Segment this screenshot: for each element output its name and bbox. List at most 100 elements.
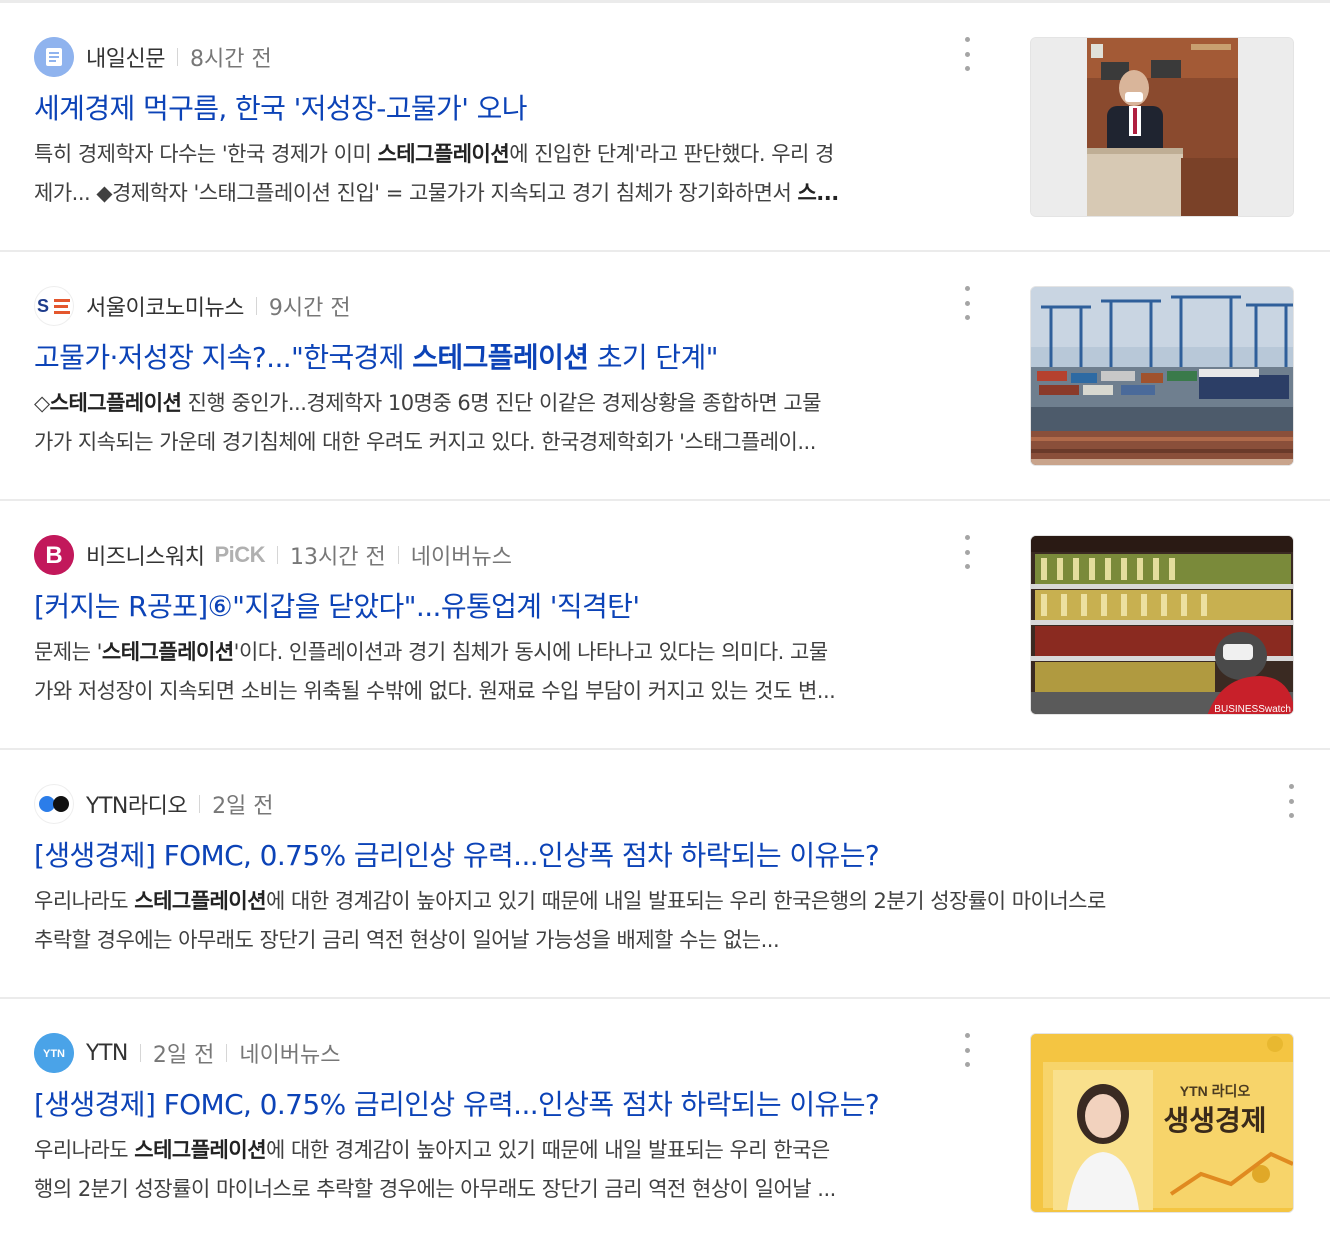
source-logo-ytn-radio[interactable] xyxy=(34,784,74,824)
desc-line-2: 추락할 경우에는 아무래도 장단기 금리 역전 현상이 일어날 가능성을 배제할… xyxy=(34,928,780,952)
news-thumbnail[interactable] xyxy=(1030,37,1294,217)
source-row: B 비즈니스워치 PiCK 13시간 전 네이버뉴스 xyxy=(34,535,512,575)
desc-text: 진행 중인가...경제학자 10명중 6명 진단 이같은 경제상황을 종합하면 … xyxy=(181,391,822,415)
news-item-3: B 비즈니스워치 PiCK 13시간 전 네이버뉴스 [커지는 R공포]⑥"지갑… xyxy=(0,501,1330,750)
news-description: 우리나라도 스테그플레이션에 대한 경계감이 높아지고 있기 때문에 내일 발표… xyxy=(34,1131,974,1209)
meta-divider xyxy=(139,1044,141,1062)
news-title[interactable]: [생생경제] FOMC, 0.75% 금리인상 유력...인상폭 점차 하락되는… xyxy=(34,1083,879,1123)
thumbnail-image-assembly-speaker xyxy=(1031,38,1293,216)
news-thumbnail[interactable]: YTN 라디오 생생경제 xyxy=(1030,1033,1294,1213)
desc-text: 우리나라도 xyxy=(34,889,135,913)
desc-keyword: 스테그플레이션 xyxy=(377,142,510,166)
more-options-button[interactable] xyxy=(957,286,977,320)
more-dot-icon xyxy=(964,564,970,569)
source-name[interactable]: YTN라디오 xyxy=(86,788,188,820)
ytn-logo-text: YTN xyxy=(43,1048,65,1060)
b-logo-icon: B xyxy=(34,535,74,575)
thumbnail-image-container-port xyxy=(1031,287,1293,465)
source-logo-ytn[interactable]: YTN xyxy=(34,1033,74,1073)
desc-text: ◇ xyxy=(34,391,50,415)
naver-news-link[interactable]: 네이버뉴스 xyxy=(411,539,512,571)
news-title[interactable]: [커지는 R공포]⑥"지갑을 닫았다"...유통업계 '직격탄' xyxy=(34,585,639,625)
desc-text: 에 진입한 단계'라고 판단했다. 우리 경 xyxy=(509,142,834,166)
naver-news-link[interactable]: 네이버뉴스 xyxy=(239,1037,340,1069)
time-ago: 8시간 전 xyxy=(189,47,272,72)
thumbnail-image-ytn-radio-banner: YTN 라디오 생생경제 xyxy=(1031,1034,1293,1212)
more-dot-icon xyxy=(1288,813,1294,818)
source-logo-naeil[interactable] xyxy=(34,37,74,77)
desc-keyword: 스테그플레이션 xyxy=(134,889,267,913)
desc-line-1: 우리나라도 스테그플레이션에 대한 경계감이 높아지고 있기 때문에 내일 발표… xyxy=(34,1131,974,1170)
source-row: YTN YTN 2일 전 네이버뉴스 xyxy=(34,1033,341,1073)
desc-line-1: ◇스테그플레이션 진행 중인가...경제학자 10명중 6명 진단 이같은 경제… xyxy=(34,384,974,423)
more-dot-icon xyxy=(964,1033,970,1038)
thumbnail-image-supermarket-shelf: BUSINESSwatch xyxy=(1031,536,1293,715)
desc-line-2: 행의 2분기 성장률이 마이너스로 추락할 경우에는 아무래도 장단기 금리 역… xyxy=(34,1177,836,1201)
news-item-4: YTN라디오 2일 전 [생생경제] FOMC, 0.75% 금리인상 유력..… xyxy=(0,750,1330,999)
news-item-5: YTN YTN 2일 전 네이버뉴스 [생생경제] FOMC, 0.75% 금리… xyxy=(0,999,1330,1248)
more-dot-icon xyxy=(964,66,970,71)
more-dot-icon xyxy=(964,549,970,555)
document-icon xyxy=(34,37,74,77)
source-name[interactable]: 서울이코노미뉴스 xyxy=(86,290,244,322)
source-name[interactable]: YTN xyxy=(86,1041,128,1066)
source-name[interactable]: 내일신문 xyxy=(86,41,165,73)
news-title[interactable]: 고물가·저성장 지속?..."한국경제 스테그플레이션 초기 단계" xyxy=(34,336,718,376)
news-title[interactable]: 세계경제 먹구름, 한국 '저성장-고물가' 오나 xyxy=(34,87,527,127)
source-row: S 서울이코노미뉴스 9시간 전 xyxy=(34,286,351,326)
news-title[interactable]: [생생경제] FOMC, 0.75% 금리인상 유력...인상폭 점차 하락되는… xyxy=(34,834,879,874)
desc-line-1: 문제는 '스테그플레이션'이다. 인플레이션과 경기 침체가 동시에 나타나고 … xyxy=(34,633,974,672)
desc-text: 에 대한 경계감이 높아지고 있기 때문에 내일 발표되는 우리 한국은 xyxy=(266,1138,830,1162)
more-dot-icon xyxy=(1288,784,1294,789)
desc-text: 우리나라도 xyxy=(34,1138,135,1162)
desc-text: '이다. 인플레이션과 경기 침체가 동시에 나타나고 있다는 의미다. 고물 xyxy=(233,640,828,664)
svg-text:S: S xyxy=(37,296,49,316)
more-options-button[interactable] xyxy=(957,1033,977,1067)
ytn-radio-dots-icon xyxy=(39,796,69,812)
ytn-logo-icon: YTN xyxy=(34,1033,74,1073)
more-dot-icon xyxy=(964,51,970,57)
more-dot-icon xyxy=(964,286,970,291)
title-text: 초기 단계" xyxy=(588,341,718,374)
desc-keyword: 스테그플레이션 xyxy=(49,391,182,415)
more-options-button[interactable] xyxy=(957,535,977,569)
desc-text: 에 대한 경계감이 높아지고 있기 때문에 내일 발표되는 우리 한국은행의 2… xyxy=(266,889,1106,913)
news-description: 문제는 '스테그플레이션'이다. 인플레이션과 경기 침체가 동시에 나타나고 … xyxy=(34,633,974,711)
desc-keyword: 스테그플레이션 xyxy=(134,1138,267,1162)
news-thumbnail[interactable] xyxy=(1030,286,1294,466)
more-dot-icon xyxy=(964,1062,970,1067)
watermark-text: BUSINESSwatch xyxy=(1214,704,1291,715)
title-keyword: 스테그플레이션 xyxy=(412,341,589,374)
desc-line-1: 특히 경제학자 다수는 '한국 경제가 이미 스테그플레이션에 진입한 단계'라… xyxy=(34,135,974,174)
meta-divider xyxy=(255,297,257,315)
more-dot-icon xyxy=(964,37,970,42)
meta-divider xyxy=(199,795,201,813)
se-logo-icon: S xyxy=(37,296,70,316)
thumb-title-text: 생생경제 xyxy=(1163,1104,1266,1137)
time-ago: 13시간 전 xyxy=(290,545,386,570)
source-logo-bizwatch[interactable]: B xyxy=(34,535,74,575)
desc-text: 문제는 ' xyxy=(34,640,102,664)
more-options-button[interactable] xyxy=(957,37,977,71)
news-item-2: S 서울이코노미뉴스 9시간 전 고물가·저성장 지속?..."한국경제 스테그… xyxy=(0,252,1330,501)
news-item-1: 내일신문 8시간 전 세계경제 먹구름, 한국 '저성장-고물가' 오나 특히 … xyxy=(0,3,1330,252)
more-dot-icon xyxy=(964,1047,970,1053)
desc-line-2: 제가... ◆경제학자 '스태그플레이션 진입' = 고물가가 지속되고 경기 … xyxy=(34,174,974,213)
more-dot-icon xyxy=(964,535,970,540)
more-dot-icon xyxy=(964,300,970,306)
desc-text: 특히 경제학자 다수는 '한국 경제가 이미 xyxy=(34,142,378,166)
more-options-button[interactable] xyxy=(1281,784,1301,818)
source-logo-seoul-economy[interactable]: S xyxy=(34,286,74,326)
source-name[interactable]: 비즈니스워치 xyxy=(86,539,205,571)
more-dot-icon xyxy=(1288,798,1294,804)
time-ago: 2일 전 xyxy=(212,794,274,819)
desc-line-2: 가가 지속되는 가운데 경기침체에 대한 우려도 커지고 있다. 한국경제학회가… xyxy=(34,430,816,454)
more-dot-icon xyxy=(964,315,970,320)
meta-divider xyxy=(226,1044,228,1062)
desc-line-2: 가와 저성장이 지속되면 소비는 위축될 수밖에 없다. 원재료 수입 부담이 … xyxy=(34,679,836,703)
thumb-brand-text: YTN 라디오 xyxy=(1180,1083,1251,1099)
news-description: ◇스테그플레이션 진행 중인가...경제학자 10명중 6명 진단 이같은 경제… xyxy=(34,384,974,462)
news-thumbnail[interactable]: BUSINESSwatch xyxy=(1030,535,1294,715)
meta-divider xyxy=(176,48,178,66)
desc-keyword: 스테그플레이션 xyxy=(101,640,234,664)
